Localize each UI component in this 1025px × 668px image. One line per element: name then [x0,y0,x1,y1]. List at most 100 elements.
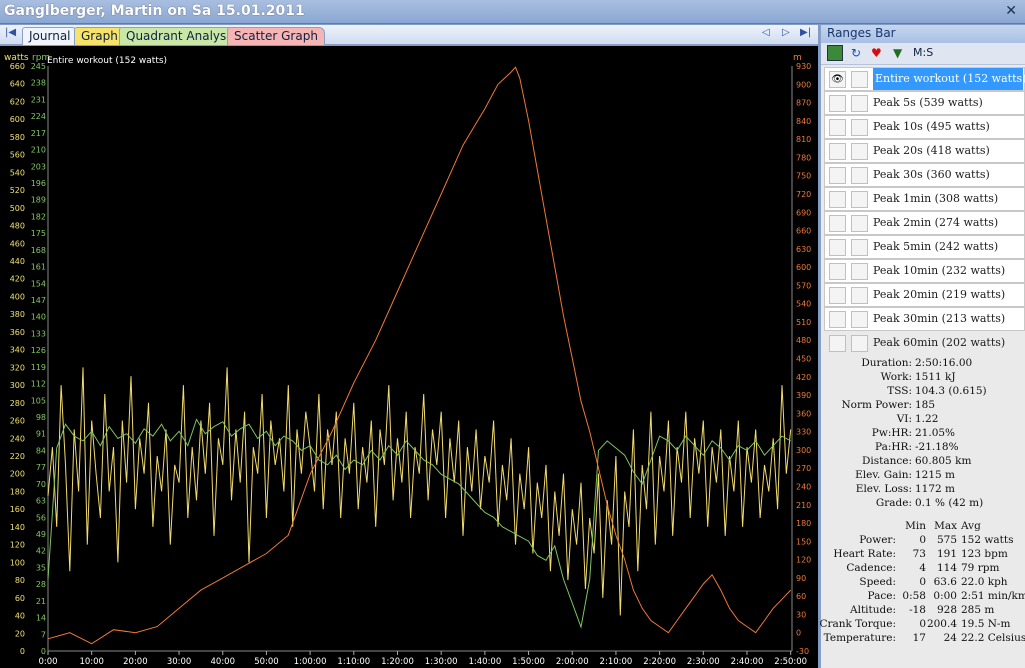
x-tick-label: 2:40:00 [731,657,764,667]
range-item[interactable]: 👁 Entire workout (152 watts) [824,67,1025,91]
range-item[interactable]: Peak 2min (274 watts) [824,211,1025,235]
range-item[interactable]: Peak 20min (219 watts) [824,283,1025,307]
watts-tick-label: 220 [10,452,25,461]
time-format-toggle[interactable]: M:S [913,46,933,59]
heart-icon[interactable]: ♥ [871,46,882,60]
range-label: Peak 30s (360 watts) [873,168,990,181]
graph-caption: Entire workout (152 watts) [47,56,167,66]
range-checkbox[interactable] [851,215,868,232]
range-checkbox[interactable] [851,311,868,328]
range-checkbox[interactable] [851,335,868,352]
stats-label: Cadence: [846,562,896,574]
tab-graph[interactable]: Graph [74,27,125,45]
first-tab-icon[interactable]: |◀ [5,27,16,38]
workout-graph[interactable]: watts rpm m Entire workout (152 watts) 0… [0,46,818,668]
rpm-tick-label: 231 [31,95,46,104]
rpm-tick-label: 161 [31,263,46,272]
x-tick-label: 1:30:00 [425,657,458,667]
range-item[interactable]: Peak 10min (232 watts) [824,259,1025,283]
range-item[interactable]: Peak 5s (539 watts) [824,91,1025,115]
summary-row: TSS: 104.3 (0.615) [821,385,1025,399]
marker-icon[interactable]: ▼ [893,46,902,60]
visibility-checkbox[interactable] [829,287,846,304]
range-checkbox[interactable] [851,167,868,184]
stats-header-max: Max [934,520,957,532]
summary-key: Duration: [861,357,912,369]
stats-min: 0 [919,618,926,630]
range-checkbox[interactable] [851,143,868,160]
visibility-checkbox[interactable] [829,263,846,280]
range-checkbox[interactable] [851,239,868,256]
visibility-checkbox[interactable] [829,143,846,160]
visibility-checkbox[interactable] [829,191,846,208]
visibility-checkbox[interactable] [829,215,846,232]
chart-icon[interactable] [827,45,843,61]
rpm-tick-label: 91 [36,430,46,439]
window-title: Ganglberger, Martin on Sa 15.01.2011 [4,3,305,19]
visibility-checkbox[interactable] [829,119,846,136]
altitude-tick-label: 270 [796,464,811,473]
visibility-checkbox[interactable] [829,311,846,328]
altitude-tick-label: -30 [796,647,809,656]
range-item[interactable]: Peak 30min (213 watts) [824,307,1025,331]
eye-icon[interactable]: 👁 [829,71,846,88]
range-checkbox[interactable] [851,95,868,112]
summary-row: Elev. Loss: 1172 m [821,483,1025,497]
range-item[interactable]: Peak 1min (308 watts) [824,187,1025,211]
range-checkbox[interactable] [851,119,868,136]
next-tab-icon[interactable]: ▷ [782,27,790,38]
summary-key: Grade: [875,497,912,509]
range-item[interactable]: Peak 60min (202 watts) [824,331,1025,355]
visibility-checkbox[interactable] [829,167,846,184]
range-checkbox[interactable] [851,71,868,88]
last-tab-icon[interactable]: ▶| [800,27,811,38]
range-item[interactable]: Peak 30s (360 watts) [824,163,1025,187]
range-label: Peak 60min (202 watts) [873,336,1006,349]
stats-max: 63.6 [933,576,957,588]
stats-label: Speed: [859,576,896,588]
stats-row: Power: 0 575 152 watts [821,534,1025,548]
summary-key: Elev. Gain: [855,469,912,481]
summary-value: 1172 m [915,483,956,495]
summary-row: Grade: 0.1 % (42 m) [821,497,1025,511]
stats-min: -18 [909,604,926,616]
close-icon[interactable]: ✕ [1005,3,1017,19]
altitude-tick-label: 870 [796,99,811,108]
ranges-bar: Ranges Bar ↻ ♥ ▼ M:S 👁 Entire workout (15… [819,25,1025,668]
range-checkbox[interactable] [851,287,868,304]
rpm-tick-label: 112 [31,380,46,389]
stats-min: 0:58 [902,590,926,602]
stats-min: 0 [919,534,926,546]
rpm-tick-label: 168 [31,246,46,255]
prev-tab-icon[interactable]: ◁ [762,27,770,38]
watts-tick-label: 40 [15,612,25,621]
rpm-tick-label: 238 [31,79,46,88]
watts-tick-label: 660 [10,62,25,71]
altitude-tick-label: 180 [796,519,811,528]
ranges-toolbar: ↻ ♥ ▼ M:S [821,43,1025,65]
altitude-tick-label: 150 [796,537,811,546]
rpm-tick-label: 196 [31,179,46,188]
summary-key: Distance: [861,455,912,467]
visibility-checkbox[interactable] [829,335,846,352]
range-item[interactable]: Peak 20s (418 watts) [824,139,1025,163]
range-checkbox[interactable] [851,191,868,208]
range-checkbox[interactable] [851,263,868,280]
x-tick-label: 40:00 [211,657,236,667]
visibility-checkbox[interactable] [829,95,846,112]
range-item[interactable]: Peak 5min (242 watts) [824,235,1025,259]
plot-frame [47,66,793,652]
tab-journal[interactable]: Journal [22,27,78,45]
range-label: Entire workout (152 watts) [873,68,1025,90]
summary-key: Pw:HR: [871,427,912,439]
refresh-icon[interactable]: ↻ [851,46,861,60]
rpm-tick-label: 56 [36,513,46,522]
rpm-tick-label: 7 [41,630,46,639]
watts-tick-label: 500 [10,204,25,213]
stats-max: 191 [936,548,957,560]
tab-quadrant-analysis[interactable]: Quadrant Analysis [119,27,243,45]
tab-scatter-graph[interactable]: Scatter Graph [227,27,325,45]
visibility-checkbox[interactable] [829,239,846,256]
range-item[interactable]: Peak 10s (495 watts) [824,115,1025,139]
altitude-tick-label: 660 [796,227,811,236]
